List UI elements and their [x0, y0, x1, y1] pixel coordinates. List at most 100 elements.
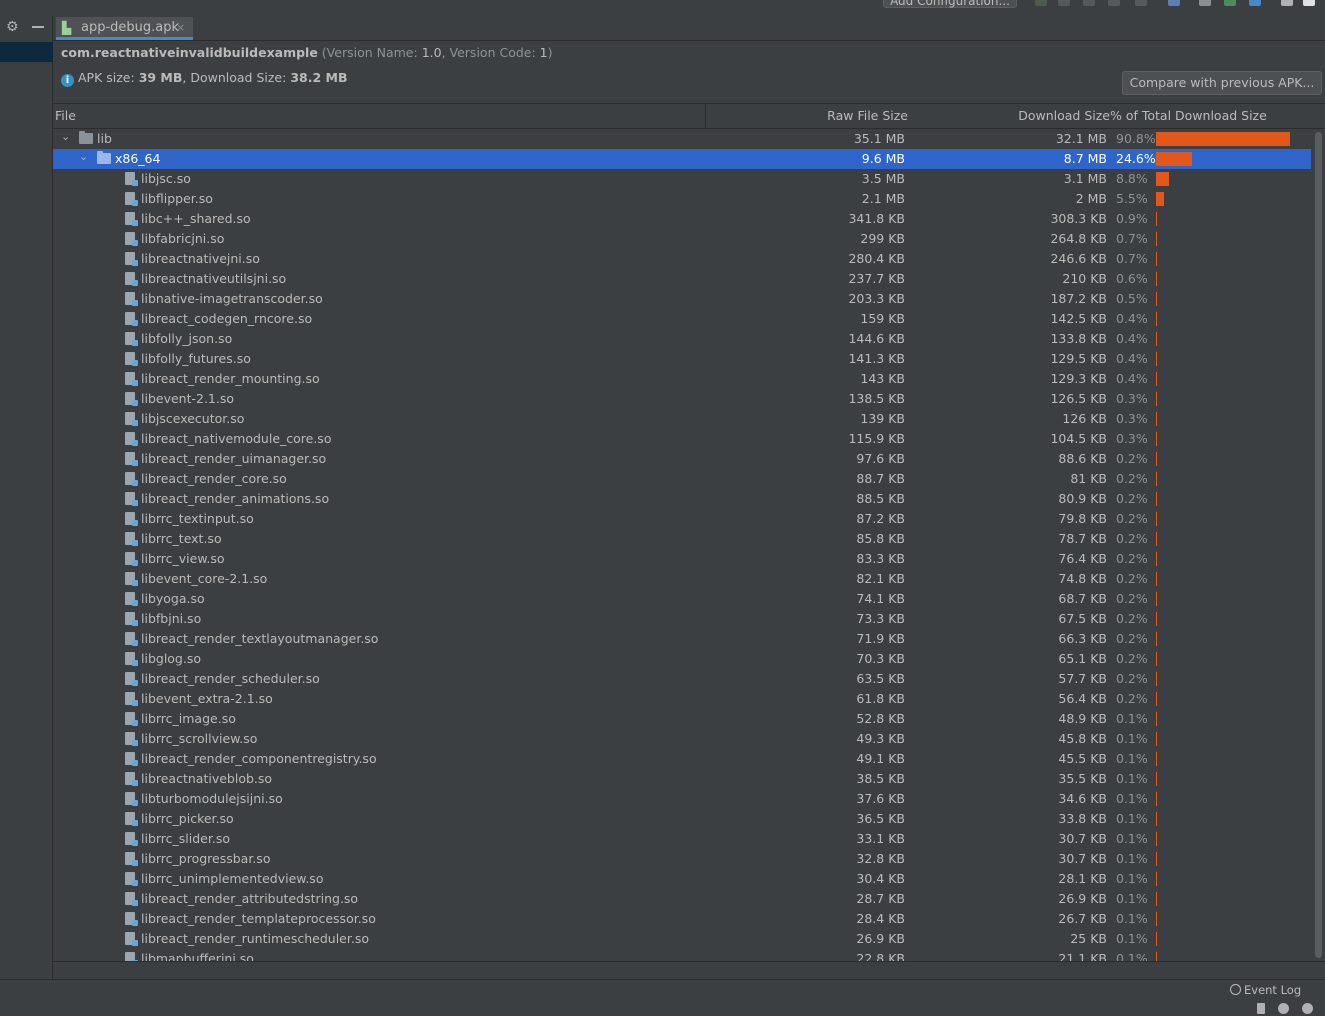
tree-file-row[interactable]: librrc_image.so 52.8 KB 48.9 KB 0.1%: [53, 709, 1311, 729]
column-header-percent-total[interactable]: % of Total Download Size: [1110, 108, 1267, 123]
project-structure-icon[interactable]: [1199, 0, 1211, 6]
tree-file-row[interactable]: libfabricjni.so 299 KB 264.8 KB 0.7%: [53, 229, 1311, 249]
tree-file-row[interactable]: libjscexecutor.so 139 KB 126 KB 0.3%: [53, 409, 1311, 429]
close-icon[interactable]: ×: [176, 21, 185, 34]
gear-icon[interactable]: ⚙: [6, 20, 20, 34]
sync-icon[interactable]: [1249, 0, 1261, 6]
tree-file-row[interactable]: libreact_render_componentregistry.so 49.1…: [53, 749, 1311, 769]
chevron-down-icon[interactable]: ⌄: [61, 130, 70, 143]
percent-total: 0.2%: [1116, 571, 1148, 586]
minimize-icon[interactable]: [32, 26, 44, 28]
native-library-icon: [125, 712, 138, 726]
folder-icon: [97, 151, 111, 164]
percent-total: 8.8%: [1116, 171, 1148, 186]
raw-file-size: 341.8 KB: [848, 211, 905, 226]
download-size: 34.6 KB: [1058, 791, 1107, 806]
scrollbar-thumb[interactable]: [1315, 132, 1322, 958]
download-size: 80.9 KB: [1058, 491, 1107, 506]
add-configuration-button[interactable]: Add Configuration...: [883, 0, 1017, 8]
tree-file-row[interactable]: libreact_nativemodule_core.so 115.9 KB 104…: [53, 429, 1311, 449]
native-library-icon: [125, 392, 138, 406]
percent-total: 0.3%: [1116, 391, 1148, 406]
tree-file-row[interactable]: libnative-imagetranscoder.so 203.3 KB 187.…: [53, 289, 1311, 309]
stop-icon[interactable]: [1135, 0, 1147, 6]
tree-file-row[interactable]: libreact_render_uimanager.so 97.6 KB 88.6 …: [53, 449, 1311, 469]
tree-file-row[interactable]: libreact_render_runtimescheduler.so 26.9 …: [53, 929, 1311, 949]
tree-file-row[interactable]: libevent_extra-2.1.so 61.8 KB 56.4 KB 0.2%: [53, 689, 1311, 709]
raw-file-size: 115.9 KB: [848, 431, 905, 446]
tree-file-row[interactable]: libevent_core-2.1.so 82.1 KB 74.8 KB 0.2%: [53, 569, 1311, 589]
tree-file-row[interactable]: libreact_render_textlayoutmanager.so 71.9…: [53, 629, 1311, 649]
tree-file-row[interactable]: librrc_textinput.so 87.2 KB 79.8 KB 0.2%: [53, 509, 1311, 529]
chevron-down-icon[interactable]: ⌄: [79, 150, 88, 163]
native-library-icon: [125, 812, 138, 826]
size-bar: [1156, 832, 1157, 846]
tree-file-row[interactable]: libreact_render_scheduler.so 63.5 KB 57.7 …: [53, 669, 1311, 689]
file-name: libc++_shared.so: [141, 211, 251, 226]
file-name: libreact_render_componentregistry.so: [141, 751, 377, 766]
tree-file-row[interactable]: libreact_render_mounting.so 143 KB 129.3 K…: [53, 369, 1311, 389]
tree-file-row[interactable]: libreact_codegen_rncore.so 159 KB 142.5 KB…: [53, 309, 1311, 329]
inspector-icon[interactable]: [1278, 1003, 1289, 1014]
column-divider[interactable]: [705, 104, 706, 128]
download-size: 133.8 KB: [1050, 331, 1107, 346]
size-bar: [1156, 532, 1157, 546]
profile-icon[interactable]: [1083, 0, 1095, 6]
tree-folder-row[interactable]: ⌄ x86_64 9.6 MB 8.7 MB 24.6%: [53, 149, 1311, 169]
tree-file-row[interactable]: libreact_render_attributedstring.so 28.7 …: [53, 889, 1311, 909]
tree-file-row[interactable]: libfolly_futures.so 141.3 KB 129.5 KB 0.4%: [53, 349, 1311, 369]
file-name: libglog.so: [141, 651, 202, 666]
size-bar: [1156, 812, 1157, 826]
tree-file-row[interactable]: libreact_render_animations.so 88.5 KB 80.9…: [53, 489, 1311, 509]
tree-file-row[interactable]: libc++_shared.so 341.8 KB 308.3 KB 0.9%: [53, 209, 1311, 229]
tree-file-row[interactable]: libturbomodulejsijni.so 37.6 KB 34.6 KB 0.1…: [53, 789, 1311, 809]
tree-file-row[interactable]: libyoga.so 74.1 KB 68.7 KB 0.2%: [53, 589, 1311, 609]
size-bar: [1156, 172, 1169, 186]
version-suffix: ): [547, 45, 553, 60]
tree-file-row[interactable]: librrc_progressbar.so 32.8 KB 30.7 KB 0.1%: [53, 849, 1311, 869]
percent-total: 5.5%: [1116, 191, 1148, 206]
tree-file-row[interactable]: libreact_render_templateprocessor.so 28.4…: [53, 909, 1311, 929]
tree-file-row[interactable]: librrc_picker.so 36.5 KB 33.8 KB 0.1%: [53, 809, 1311, 829]
feedback-icon[interactable]: [1302, 1003, 1313, 1014]
version-prefix: (Version Name:: [321, 45, 422, 60]
apk-file-tree-table: File Raw File Size Download Size % of To…: [53, 103, 1325, 962]
tree-file-row[interactable]: libfolly_json.so 144.6 KB 133.8 KB 0.4%: [53, 329, 1311, 349]
raw-file-size: 82.1 KB: [856, 571, 905, 586]
raw-file-size: 71.9 KB: [856, 631, 905, 646]
tree-file-row[interactable]: libjsc.so 3.5 MB 3.1 MB 8.8%: [53, 169, 1311, 189]
percent-total: 0.1%: [1116, 851, 1148, 866]
tree-file-row[interactable]: librrc_text.so 85.8 KB 78.7 KB 0.2%: [53, 529, 1311, 549]
attach-icon[interactable]: [1108, 0, 1120, 6]
event-log-button[interactable]: Event Log: [1230, 983, 1301, 997]
tree-file-row[interactable]: libglog.so 70.3 KB 65.1 KB 0.2%: [53, 649, 1311, 669]
tree-file-row[interactable]: libreactnativejni.so 280.4 KB 246.6 KB 0.7%: [53, 249, 1311, 269]
size-bar: [1156, 732, 1157, 746]
tree-file-row[interactable]: libfbjni.so 73.3 KB 67.5 KB 0.2%: [53, 609, 1311, 629]
column-header-raw-file-size[interactable]: Raw File Size: [827, 108, 908, 123]
avd-manager-icon[interactable]: [1168, 0, 1180, 6]
tree-file-row[interactable]: libevent-2.1.so 138.5 KB 126.5 KB 0.3%: [53, 389, 1311, 409]
download-size: 76.4 KB: [1058, 551, 1107, 566]
column-header-download-size[interactable]: Download Size: [1018, 108, 1110, 123]
lock-icon[interactable]: [1257, 1003, 1265, 1014]
tree-file-row[interactable]: librrc_scrollview.so 49.3 KB 45.8 KB 0.1%: [53, 729, 1311, 749]
tree-file-row[interactable]: libreact_render_core.so 88.7 KB 81 KB 0.2%: [53, 469, 1311, 489]
native-library-icon: [125, 732, 138, 746]
tree-folder-row[interactable]: ⌄ lib 35.1 MB 32.1 MB 90.8%: [53, 129, 1311, 149]
search-icon[interactable]: [1281, 0, 1293, 6]
compare-with-previous-apk-button[interactable]: Compare with previous APK...: [1122, 71, 1322, 95]
tree-file-row[interactable]: librrc_slider.so 33.1 KB 30.7 KB 0.1%: [53, 829, 1311, 849]
tree-file-row[interactable]: librrc_unimplementedview.so 30.4 KB 28.1 K…: [53, 869, 1311, 889]
tree-file-row[interactable]: librrc_view.so 83.3 KB 76.4 KB 0.2%: [53, 549, 1311, 569]
run-icon[interactable]: [1035, 0, 1047, 6]
column-header-file[interactable]: File: [55, 108, 76, 123]
tree-file-row[interactable]: libflipper.so 2.1 MB 2 MB 5.5%: [53, 189, 1311, 209]
user-icon[interactable]: [1303, 0, 1315, 6]
tree-file-row[interactable]: libreactnativeblob.so 38.5 KB 35.5 KB 0.1%: [53, 769, 1311, 789]
sdk-manager-icon[interactable]: [1224, 0, 1236, 6]
apk-size-value: 39 MB: [138, 70, 183, 85]
download-size: 56.4 KB: [1058, 691, 1107, 706]
tree-file-row[interactable]: libreactnativeutilsjni.so 237.7 KB 210 KB 0…: [53, 269, 1311, 289]
debug-icon[interactable]: [1058, 0, 1070, 6]
